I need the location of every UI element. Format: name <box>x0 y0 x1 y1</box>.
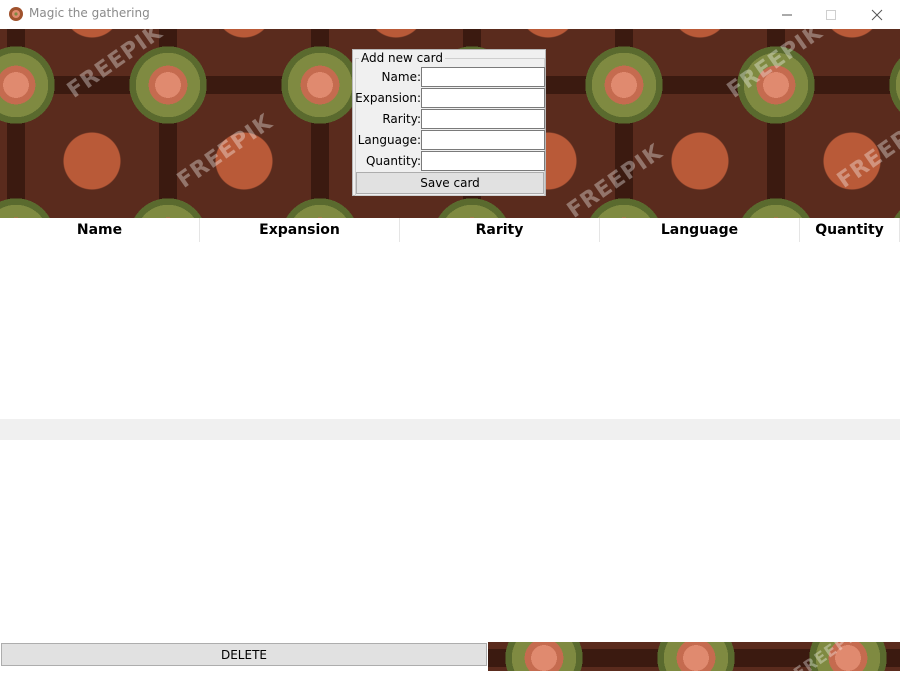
column-header-name[interactable]: Name <box>0 218 200 242</box>
app-icon <box>9 7 23 21</box>
window-title: Magic the gathering <box>29 6 150 20</box>
watermark: FREEPIK <box>562 139 668 224</box>
close-icon <box>871 9 883 20</box>
close-button[interactable] <box>854 0 900 29</box>
footer-image: FREEPIK <box>488 620 900 683</box>
quantity-label: Quantity: <box>365 154 421 168</box>
add-card-form: Add new card Name: Expansion: Rarity: La… <box>352 49 546 196</box>
language-field[interactable] <box>421 130 545 150</box>
minimize-button[interactable] <box>764 0 810 29</box>
maximize-icon <box>826 9 836 20</box>
minimize-icon <box>782 14 792 15</box>
watermark: FREEPIK <box>832 109 903 194</box>
language-label: Language: <box>357 133 421 147</box>
delete-button[interactable]: DELETE <box>1 643 487 666</box>
horizontal-scrollbar[interactable] <box>0 419 900 440</box>
expansion-label: Expansion: <box>355 91 421 105</box>
rarity-label: Rarity: <box>382 112 421 126</box>
language-row: Language: <box>353 130 547 151</box>
column-header-language[interactable]: Language <box>600 218 800 242</box>
column-header-expansion[interactable]: Expansion <box>200 218 400 242</box>
rarity-row: Rarity: <box>353 109 547 130</box>
save-card-button[interactable]: Save card <box>356 172 544 194</box>
rarity-field[interactable] <box>421 109 545 129</box>
expansion-field[interactable] <box>421 88 545 108</box>
expansion-row: Expansion: <box>353 88 547 109</box>
watermark: FREEPIK <box>172 109 278 194</box>
cards-table-body[interactable] <box>0 242 900 419</box>
table-header: Name Expansion Rarity Language Quantity <box>0 218 900 242</box>
name-row: Name: <box>353 67 547 88</box>
quantity-field[interactable] <box>421 151 545 171</box>
title-bar: Magic the gathering <box>0 0 903 29</box>
add-card-legend: Add new card <box>359 51 445 65</box>
column-header-quantity[interactable]: Quantity <box>800 218 900 242</box>
details-area <box>0 440 900 642</box>
watermark: FREEPIK <box>62 19 168 104</box>
name-label: Name: <box>381 70 421 84</box>
watermark: FREEPIK <box>722 19 828 104</box>
quantity-row: Quantity: <box>353 151 547 172</box>
name-field[interactable] <box>421 67 545 87</box>
column-header-rarity[interactable]: Rarity <box>400 218 600 242</box>
